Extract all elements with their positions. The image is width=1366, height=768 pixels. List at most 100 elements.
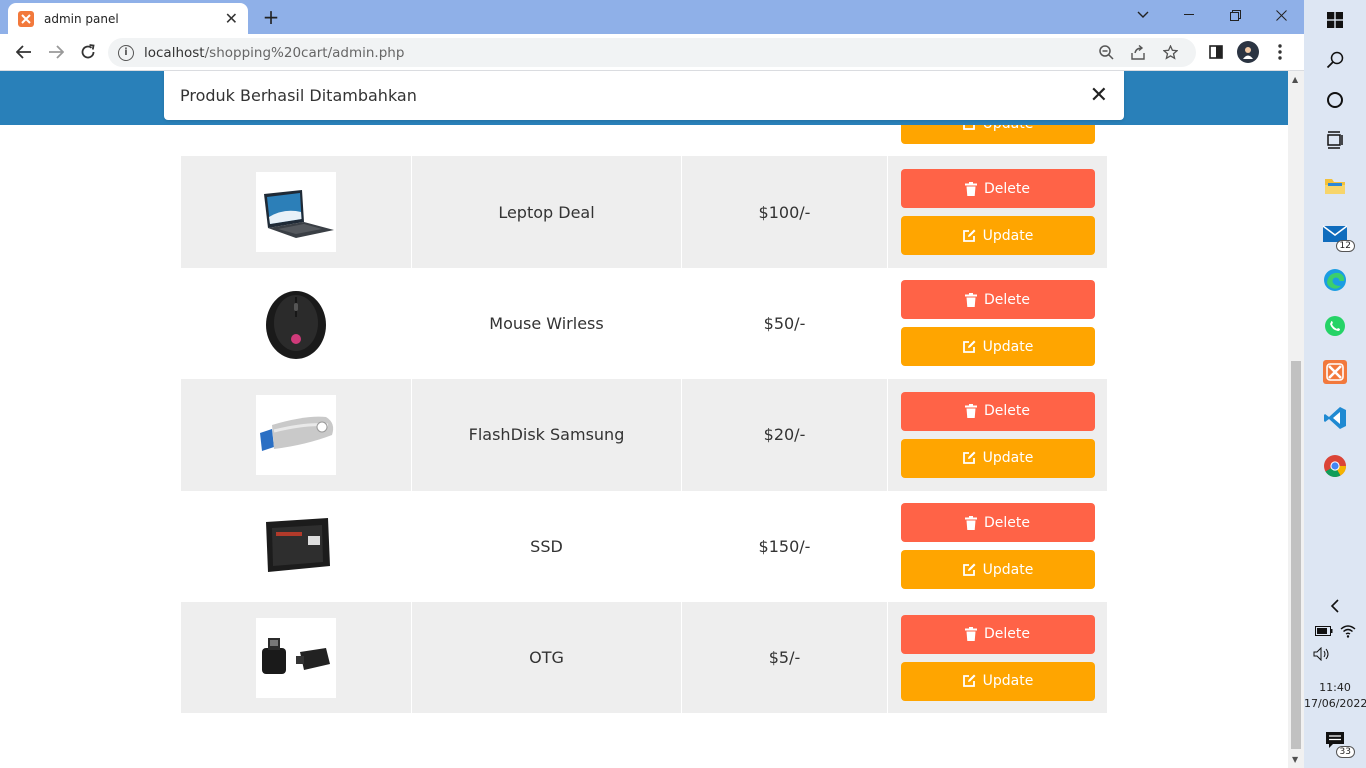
scroll-up-arrow-icon[interactable]: ▲ xyxy=(1292,75,1298,84)
restore-button[interactable] xyxy=(1212,0,1258,30)
flashdisk-image xyxy=(256,394,336,475)
delete-button[interactable]: Delete xyxy=(900,280,1095,320)
table-row: SSD $150/- Delete Update xyxy=(181,490,1107,602)
cortana-icon[interactable] xyxy=(1319,84,1351,116)
clock[interactable]: 11:40 17/06/2022 xyxy=(1304,680,1366,712)
edit-icon xyxy=(962,229,976,242)
product-image-cell xyxy=(181,490,412,602)
table-row: Mouse Wirless $50/- Delete Update xyxy=(181,267,1107,380)
bookmark-star-icon[interactable] xyxy=(1154,45,1186,60)
mail-icon[interactable]: 12 xyxy=(1319,218,1355,252)
success-toast: Produk Berhasil Ditambahkan ✕ xyxy=(164,71,1124,120)
product-name: OTG xyxy=(412,601,682,714)
search-icon[interactable] xyxy=(1319,44,1351,76)
product-image-cell xyxy=(181,379,412,491)
product-image-cell xyxy=(181,601,412,714)
product-price: $100/- xyxy=(682,156,888,268)
url-text[interactable]: localhost/shopping%20cart/admin.php xyxy=(144,45,1090,61)
clock-time: 11:40 xyxy=(1319,681,1351,694)
zoom-out-icon[interactable] xyxy=(1090,45,1122,60)
update-button[interactable]: Update xyxy=(900,216,1095,256)
toast-message: Produk Berhasil Ditambahkan xyxy=(180,86,417,105)
tab-search-chevron-down-icon[interactable] xyxy=(1120,0,1166,30)
product-actions: Delete Update xyxy=(888,379,1107,490)
whatsapp-icon[interactable] xyxy=(1319,310,1351,342)
browser-tabbar: admin panel ✕ + xyxy=(0,0,1304,34)
edit-icon xyxy=(962,674,976,688)
share-icon[interactable] xyxy=(1122,45,1154,60)
forward-arrow-icon[interactable] xyxy=(40,36,72,68)
window-controls xyxy=(1120,0,1304,34)
product-image-cell xyxy=(181,156,412,268)
delete-button[interactable]: Delete xyxy=(900,503,1095,543)
tab-title: admin panel xyxy=(44,11,119,26)
toolbar-right xyxy=(1200,36,1296,68)
notifications-badge: 33 xyxy=(1335,746,1355,758)
xampp-icon[interactable] xyxy=(1319,356,1351,388)
table-row: OTG $5/- Delete Update xyxy=(181,601,1107,714)
product-actions: Delete Update xyxy=(888,491,1107,602)
product-price: $5/- xyxy=(682,601,888,714)
site-info-icon[interactable]: i xyxy=(118,44,134,61)
windows-start-icon[interactable] xyxy=(1319,4,1351,36)
mail-badge: 12 xyxy=(1335,240,1355,252)
laptop-image xyxy=(256,172,336,253)
chrome-icon[interactable] xyxy=(1319,450,1351,482)
volume-icon[interactable] xyxy=(1306,638,1338,670)
product-price: $20/- xyxy=(682,379,888,491)
trash-icon xyxy=(965,627,977,642)
clock-date: 17/06/2022 xyxy=(1304,697,1366,710)
trash-icon xyxy=(965,181,977,196)
tab-close-icon[interactable]: ✕ xyxy=(225,9,238,28)
edit-icon xyxy=(962,340,976,353)
trash-icon xyxy=(965,515,977,530)
toast-close-icon[interactable]: ✕ xyxy=(1090,83,1108,108)
product-table: Keyboard $25/- Delete Update Leptop Deal… xyxy=(181,71,1107,714)
product-actions: Delete Update xyxy=(888,268,1107,379)
table-row: FlashDisk Samsung $20/- Delete Update xyxy=(181,379,1107,491)
mouse-image xyxy=(256,283,336,364)
profile-avatar[interactable] xyxy=(1232,36,1264,68)
edit-icon xyxy=(962,451,976,465)
page-scrollbar[interactable]: ▲ ▼ xyxy=(1288,71,1304,768)
notifications-icon[interactable]: 33 xyxy=(1319,724,1355,758)
edge-browser-icon[interactable] xyxy=(1319,264,1351,296)
page-viewport: Keyboard $25/- Delete Update Leptop Deal… xyxy=(0,71,1288,768)
address-bar[interactable]: i localhost/shopping%20cart/admin.php xyxy=(108,38,1196,67)
file-explorer-icon[interactable] xyxy=(1319,170,1351,202)
new-tab-button[interactable]: + xyxy=(258,4,284,30)
delete-button[interactable]: Delete xyxy=(900,614,1095,654)
windows-taskbar: 12 11:40 17/06/2022 33 xyxy=(1304,0,1366,768)
browser-toolbar: i localhost/shopping%20cart/admin.php xyxy=(0,34,1304,71)
xampp-favicon-icon xyxy=(18,10,34,27)
side-panel-icon[interactable] xyxy=(1200,36,1232,68)
minimize-button[interactable] xyxy=(1166,0,1212,30)
update-button[interactable]: Update xyxy=(900,550,1095,590)
trash-icon xyxy=(965,292,977,307)
scroll-down-arrow-icon[interactable]: ▼ xyxy=(1292,755,1298,764)
reload-icon[interactable] xyxy=(72,36,104,68)
product-image-cell xyxy=(181,267,412,380)
product-name: Leptop Deal xyxy=(412,156,682,268)
browser-tab[interactable]: admin panel ✕ xyxy=(8,3,248,34)
product-actions: Delete Update xyxy=(888,602,1107,713)
otg-image xyxy=(256,617,336,698)
scrollbar-thumb[interactable] xyxy=(1291,361,1301,749)
task-view-icon[interactable] xyxy=(1319,124,1351,156)
table-row: Leptop Deal $100/- Delete Update xyxy=(181,156,1107,268)
update-button[interactable]: Update xyxy=(900,327,1095,367)
product-price: $50/- xyxy=(682,267,888,380)
ssd-image xyxy=(256,506,336,587)
update-button[interactable]: Update xyxy=(900,438,1095,478)
back-arrow-icon[interactable] xyxy=(8,36,40,68)
product-name: SSD xyxy=(412,490,682,602)
trash-icon xyxy=(965,404,977,419)
update-button[interactable]: Update xyxy=(900,661,1095,701)
delete-button[interactable]: Delete xyxy=(900,391,1095,431)
vscode-icon[interactable] xyxy=(1319,402,1351,434)
delete-button[interactable]: Delete xyxy=(900,169,1095,209)
menu-kebab-icon[interactable] xyxy=(1264,36,1296,68)
product-name: FlashDisk Samsung xyxy=(412,379,682,491)
product-price: $150/- xyxy=(682,490,888,602)
close-window-button[interactable] xyxy=(1258,0,1304,30)
